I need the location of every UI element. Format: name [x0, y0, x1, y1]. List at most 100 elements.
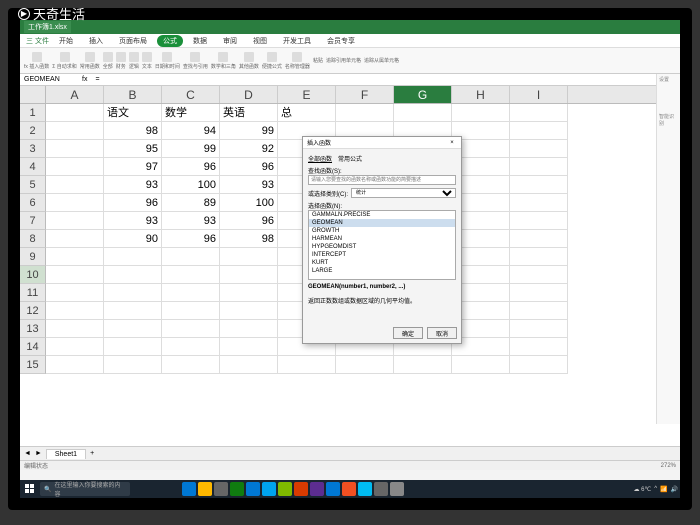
cell[interactable] [510, 230, 568, 248]
row-header-14[interactable]: 14 [20, 338, 46, 356]
cell[interactable]: 93 [104, 176, 162, 194]
cell[interactable]: 95 [104, 140, 162, 158]
ribbon-tab-insert[interactable]: 插入 [83, 35, 109, 47]
cell[interactable]: 96 [220, 158, 278, 176]
ribbon-all[interactable]: 全部 [103, 52, 113, 70]
sheet-nav-prev[interactable]: ◄ [24, 450, 31, 457]
taskbar-app-icon[interactable] [182, 482, 196, 496]
cell[interactable] [394, 356, 452, 374]
cell[interactable] [46, 356, 104, 374]
taskbar-app-icon[interactable] [294, 482, 308, 496]
cell[interactable] [46, 266, 104, 284]
cell[interactable] [220, 266, 278, 284]
taskbar-app-icon[interactable] [246, 482, 260, 496]
cell[interactable] [104, 284, 162, 302]
ribbon-names[interactable]: 名称管理器 [285, 52, 310, 70]
cell[interactable] [162, 356, 220, 374]
function-item[interactable]: HARMEAN [309, 235, 455, 243]
cell[interactable] [452, 104, 510, 122]
cell[interactable] [46, 230, 104, 248]
taskbar-app-icon[interactable] [358, 482, 372, 496]
row-header-1[interactable]: 1 [20, 104, 46, 122]
cell[interactable]: 96 [104, 194, 162, 212]
row-header-2[interactable]: 2 [20, 122, 46, 140]
cancel-button[interactable]: 取消 [427, 327, 457, 339]
ribbon-tab-home[interactable]: 开始 [53, 35, 79, 47]
cell[interactable] [104, 356, 162, 374]
row-header-12[interactable]: 12 [20, 302, 46, 320]
ribbon-tab-review[interactable]: 审阅 [217, 35, 243, 47]
cell[interactable] [162, 284, 220, 302]
col-header-A[interactable]: A [46, 86, 104, 103]
cell[interactable] [46, 140, 104, 158]
ribbon-autosum[interactable]: Σ 自动求和 [52, 52, 76, 70]
ribbon-math[interactable]: 数学和三角 [211, 52, 236, 70]
side-panel-label1[interactable]: 设置 [659, 76, 678, 83]
function-item[interactable]: GEOMEAN [309, 219, 455, 227]
cell[interactable] [510, 284, 568, 302]
cell[interactable]: 99 [220, 122, 278, 140]
zoom-level[interactable]: 272% [661, 463, 676, 469]
row-header-9[interactable]: 9 [20, 248, 46, 266]
side-panel-label2[interactable]: 智能识别 [659, 113, 678, 127]
function-item[interactable]: GAMMALN.PRECISE [309, 211, 455, 219]
search-input[interactable] [308, 175, 456, 185]
dialog-titlebar[interactable]: 插入函数 × [303, 137, 461, 149]
cell[interactable]: 93 [220, 176, 278, 194]
sheet-tab-1[interactable]: Sheet1 [46, 449, 86, 459]
cell[interactable] [510, 122, 568, 140]
taskbar-app-icon[interactable] [390, 482, 404, 496]
cell[interactable] [220, 302, 278, 320]
col-header-D[interactable]: D [220, 86, 278, 103]
ribbon-tab-member[interactable]: 会员专享 [321, 35, 361, 47]
row-header-13[interactable]: 13 [20, 320, 46, 338]
taskbar-app-icon[interactable] [310, 482, 324, 496]
cell[interactable] [336, 356, 394, 374]
cell[interactable] [46, 104, 104, 122]
col-header-I[interactable]: I [510, 86, 568, 103]
function-item[interactable]: GROWTH [309, 227, 455, 235]
cell[interactable] [336, 104, 394, 122]
tray-volume-icon[interactable]: 🔊 [671, 486, 678, 493]
tray-chevron-icon[interactable]: ^ [654, 486, 657, 492]
ribbon-tab-layout[interactable]: 页面布局 [113, 35, 153, 47]
cell[interactable]: 100 [220, 194, 278, 212]
cell[interactable] [394, 104, 452, 122]
cell[interactable] [510, 212, 568, 230]
cell[interactable] [46, 302, 104, 320]
cell[interactable]: 99 [162, 140, 220, 158]
col-header-H[interactable]: H [452, 86, 510, 103]
row-header-3[interactable]: 3 [20, 140, 46, 158]
row-header-15[interactable]: 15 [20, 356, 46, 374]
function-list[interactable]: GAMMALN.PRECISEGEOMEANGROWTHHARMEANHYPGE… [308, 210, 456, 280]
ribbon-text[interactable]: 文本 [142, 52, 152, 70]
cell[interactable]: 89 [162, 194, 220, 212]
ribbon-tab-data[interactable]: 数据 [187, 35, 213, 47]
cell[interactable]: 英语 [220, 104, 278, 122]
cell[interactable]: 数学 [162, 104, 220, 122]
file-tab[interactable]: 三 文件 [26, 36, 49, 46]
cell[interactable] [220, 284, 278, 302]
cell[interactable] [46, 176, 104, 194]
col-header-G[interactable]: G [394, 86, 452, 103]
taskbar-search[interactable]: 🔍 在这里输入你要搜索的内容 [40, 482, 130, 496]
cell[interactable] [46, 122, 104, 140]
cell[interactable] [510, 338, 568, 356]
cell[interactable] [104, 266, 162, 284]
cell[interactable] [510, 140, 568, 158]
ribbon-tab-view[interactable]: 视图 [247, 35, 273, 47]
cell[interactable]: 90 [104, 230, 162, 248]
cell[interactable] [510, 356, 568, 374]
cell[interactable] [104, 338, 162, 356]
taskbar-app-icon[interactable] [326, 482, 340, 496]
cell[interactable] [510, 302, 568, 320]
cell[interactable] [220, 338, 278, 356]
function-item[interactable]: KURT [309, 259, 455, 267]
cell[interactable]: 98 [220, 230, 278, 248]
cell[interactable]: 93 [162, 212, 220, 230]
col-header-C[interactable]: C [162, 86, 220, 103]
cell[interactable]: 92 [220, 140, 278, 158]
row-header-8[interactable]: 8 [20, 230, 46, 248]
ribbon-trace-prec[interactable]: 追踪引用单元格 [326, 57, 361, 64]
dialog-tab-all[interactable]: 全部函数 [308, 154, 332, 163]
